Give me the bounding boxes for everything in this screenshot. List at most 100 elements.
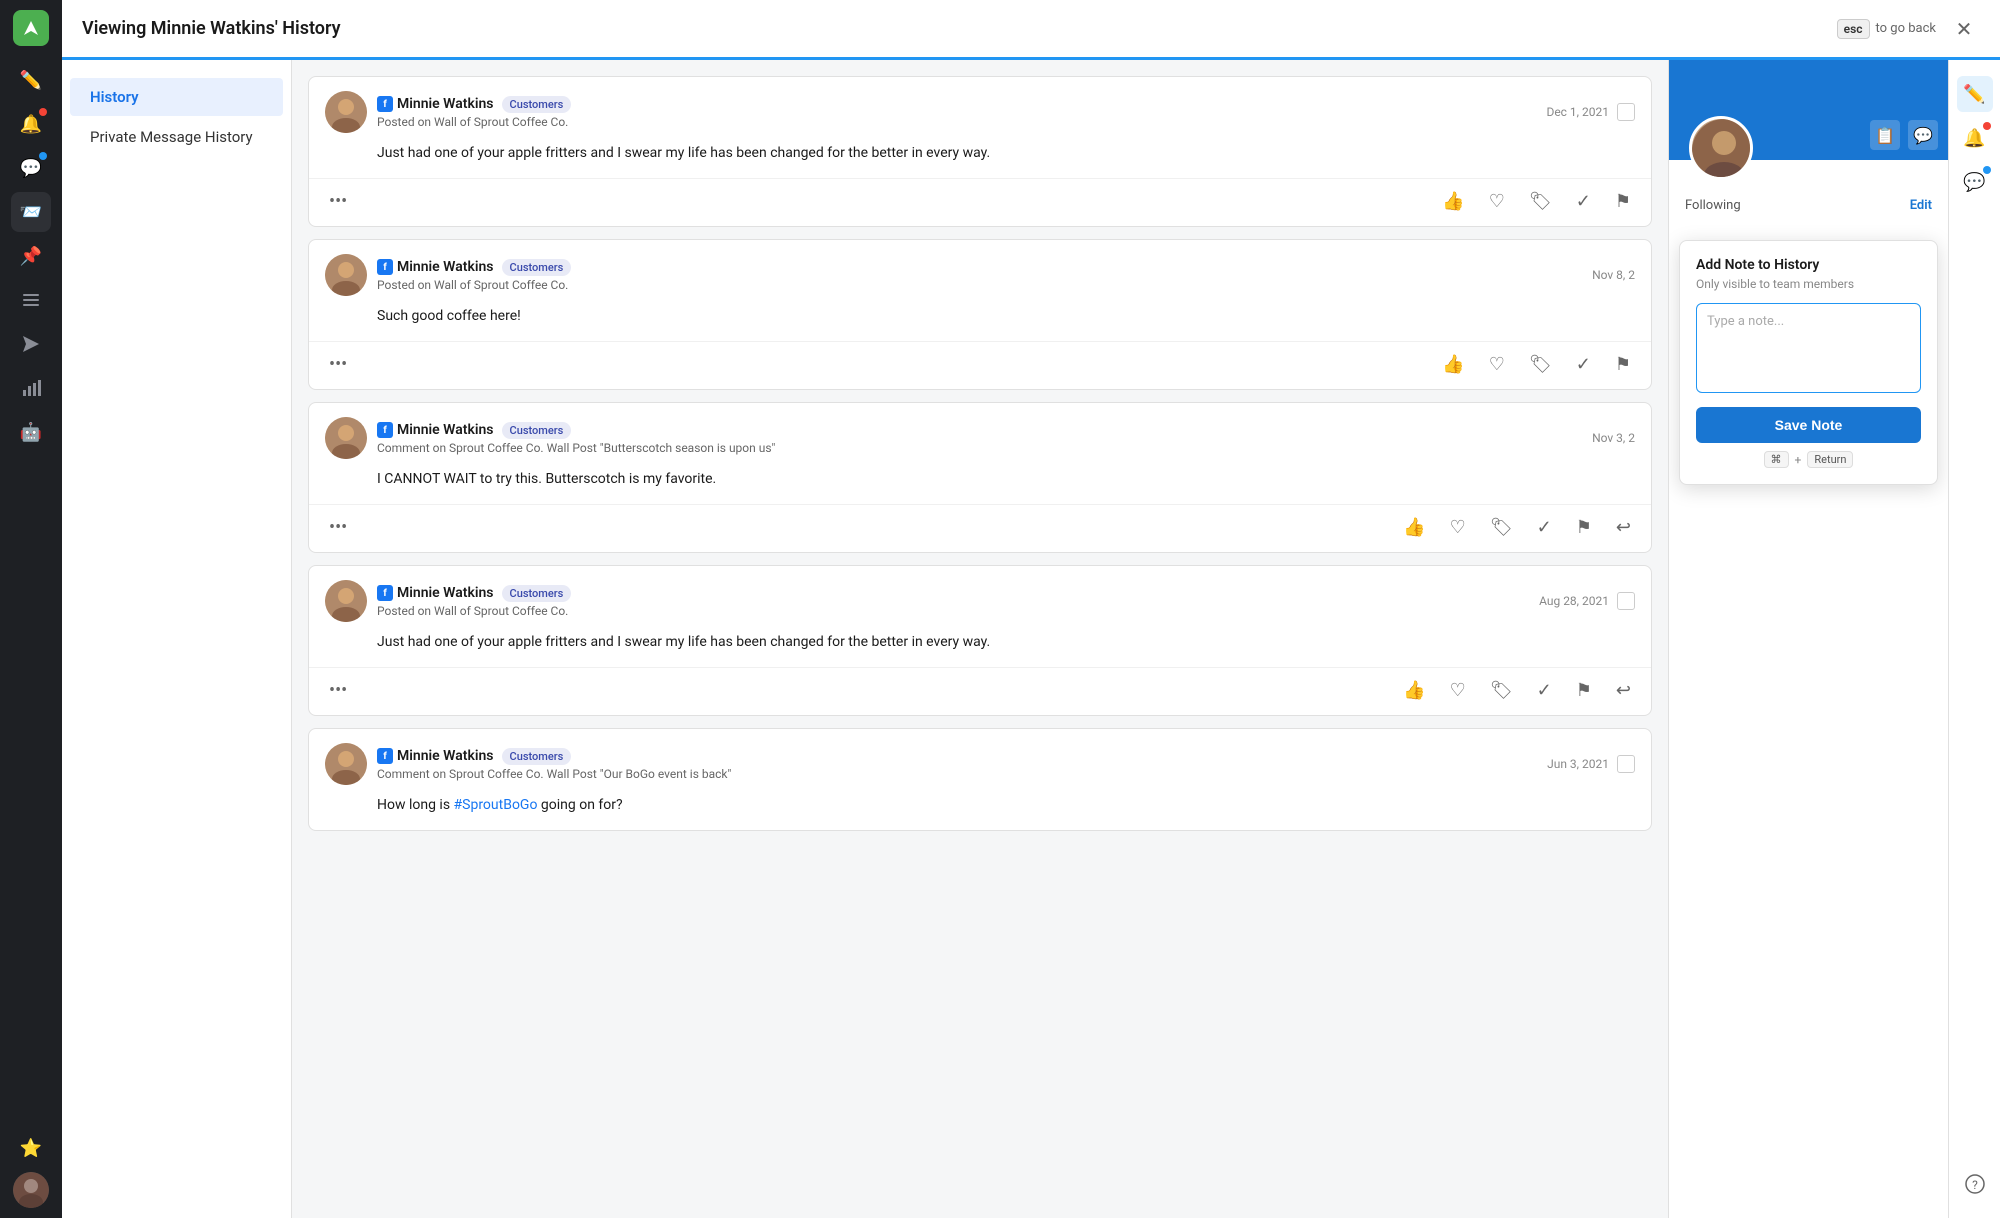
post-avatar — [325, 91, 367, 133]
like-icon[interactable]: 👍 — [1438, 350, 1468, 379]
post-actions: ••• 👍 ♡ 🏷 ✓ ⚑ ↩ — [309, 667, 1651, 715]
post-checkbox[interactable] — [1617, 103, 1635, 121]
reply-icon[interactable]: ↩ — [1612, 676, 1635, 705]
post-avatar — [325, 580, 367, 622]
post-card: f Minnie Watkins Customers Posted on Wal… — [308, 76, 1652, 227]
user-avatar[interactable] — [13, 1172, 49, 1208]
star-icon[interactable]: ⭐ — [11, 1128, 51, 1168]
top-bar: Viewing Minnie Watkins' History esc to g… — [62, 0, 2000, 60]
following-label: Following — [1685, 198, 1741, 213]
return-key: Return — [1807, 451, 1853, 468]
post-body: I CANNOT WAIT to try this. Butterscotch … — [309, 469, 1651, 504]
main-content: Viewing Minnie Watkins' History esc to g… — [62, 0, 2000, 1218]
more-icon[interactable]: ••• — [325, 513, 351, 542]
post-author: f Minnie Watkins — [377, 96, 494, 112]
post-actions: ••• 👍 ♡ 🏷 ✓ ⚑ — [309, 341, 1651, 389]
post-header: f Minnie Watkins Customers Posted on Wal… — [309, 566, 1651, 632]
post-sub: Posted on Wall of Sprout Coffee Co. — [377, 604, 1529, 618]
post-header: f Minnie Watkins Customers Comment on Sp… — [309, 403, 1651, 469]
add-note-subtitle: Only visible to team members — [1696, 277, 1921, 291]
flag-icon[interactable]: ⚑ — [1611, 187, 1635, 216]
post-meta: f Minnie Watkins Customers Posted on Wal… — [377, 585, 1529, 618]
right-panel: 📋 💬 Following Edit Add Note to History O… — [1668, 60, 1948, 1218]
nav-item-private-message-history[interactable]: Private Message History — [70, 118, 283, 156]
like-icon[interactable]: 👍 — [1399, 676, 1429, 705]
shortcut-plus: + — [1795, 453, 1802, 467]
svg-text:?: ? — [1972, 1178, 1978, 1192]
post-avatar — [325, 254, 367, 296]
post-checkbox[interactable] — [1617, 592, 1635, 610]
save-note-button[interactable]: Save Note — [1696, 407, 1921, 443]
note-textarea[interactable] — [1696, 303, 1921, 393]
notifications-icon[interactable]: 🔔 — [11, 104, 51, 144]
post-date: Dec 1, 2021 — [1546, 103, 1635, 121]
check-icon[interactable]: ✓ — [1533, 513, 1556, 542]
post-avatar — [325, 417, 367, 459]
clipboard-icon[interactable]: 📋 — [1870, 120, 1900, 150]
flag-icon[interactable]: ⚑ — [1611, 350, 1635, 379]
facebook-icon: f — [377, 96, 393, 112]
post-checkbox[interactable] — [1617, 755, 1635, 773]
heart-icon[interactable]: ♡ — [1485, 350, 1509, 379]
more-icon[interactable]: ••• — [325, 350, 351, 379]
tag-icon[interactable]: 🏷 — [1525, 350, 1556, 379]
check-icon[interactable]: ✓ — [1572, 350, 1595, 379]
post-card: f Minnie Watkins Customers Comment on Sp… — [308, 728, 1652, 831]
bell-right-icon[interactable]: 🔔 — [1957, 120, 1993, 156]
nav-item-history[interactable]: History — [70, 78, 283, 116]
add-note-popup: Add Note to History Only visible to team… — [1679, 240, 1938, 485]
tasks-icon[interactable] — [11, 280, 51, 320]
post-card: f Minnie Watkins Customers Posted on Wal… — [308, 239, 1652, 390]
comments-icon[interactable]: 💬 — [11, 148, 51, 188]
app-sidebar: ✏️ 🔔 💬 📨 📌 🤖 ⭐ — [0, 0, 62, 1218]
tag-badge: Customers — [502, 422, 572, 439]
post-date: Nov 3, 2 — [1592, 431, 1635, 445]
add-note-title: Add Note to History — [1696, 257, 1921, 273]
post-body: Such good coffee here! — [309, 306, 1651, 341]
post-header: f Minnie Watkins Customers Comment on Sp… — [309, 729, 1651, 795]
check-icon[interactable]: ✓ — [1572, 187, 1595, 216]
messenger-icon[interactable]: 💬 — [1908, 120, 1938, 150]
heart-icon[interactable]: ♡ — [1485, 187, 1509, 216]
profile-avatar — [1689, 116, 1753, 180]
speech-right-icon[interactable]: 💬 — [1957, 164, 1993, 200]
pin-icon[interactable]: 📌 — [11, 236, 51, 276]
post-card: f Minnie Watkins Customers Comment on Sp… — [308, 402, 1652, 553]
close-button[interactable]: ✕ — [1948, 13, 1980, 45]
check-icon[interactable]: ✓ — [1533, 676, 1556, 705]
like-icon[interactable]: 👍 — [1438, 187, 1468, 216]
compose-right-icon[interactable]: ✏️ — [1957, 76, 1993, 112]
post-actions: ••• 👍 ♡ 🏷 ✓ ⚑ — [309, 178, 1651, 226]
following-row: Following Edit — [1685, 198, 1932, 213]
page-title: Viewing Minnie Watkins' History — [82, 18, 1825, 39]
post-meta: f Minnie Watkins Customers Posted on Wal… — [377, 259, 1582, 292]
post-header: f Minnie Watkins Customers Posted on Wal… — [309, 240, 1651, 306]
compose-icon[interactable]: ✏️ — [11, 60, 51, 100]
esc-hint: esc to go back — [1837, 19, 1936, 39]
send-icon[interactable] — [11, 324, 51, 364]
post-sub: Comment on Sprout Coffee Co. Wall Post "… — [377, 767, 1537, 781]
tag-icon[interactable]: 🏷 — [1525, 187, 1556, 216]
flag-icon[interactable]: ⚑ — [1572, 513, 1596, 542]
more-icon[interactable]: ••• — [325, 187, 351, 216]
bot-icon[interactable]: 🤖 — [11, 412, 51, 452]
tag-icon[interactable]: 🏷 — [1486, 513, 1517, 542]
facebook-icon: f — [377, 259, 393, 275]
facebook-icon: f — [377, 585, 393, 601]
analytics-icon[interactable] — [11, 368, 51, 408]
more-icon[interactable]: ••• — [325, 676, 351, 705]
body-layout: History Private Message History f Minnie… — [62, 60, 2000, 1218]
like-icon[interactable]: 👍 — [1399, 513, 1429, 542]
help-icon[interactable]: ? — [1957, 1166, 1993, 1202]
edit-button[interactable]: Edit — [1910, 198, 1932, 213]
heart-icon[interactable]: ♡ — [1446, 676, 1470, 705]
post-avatar — [325, 743, 367, 785]
flag-icon[interactable]: ⚑ — [1572, 676, 1596, 705]
hashtag[interactable]: #SproutBoGo — [454, 797, 538, 813]
post-author: f Minnie Watkins — [377, 585, 494, 601]
reply-icon[interactable]: ↩ — [1612, 513, 1635, 542]
heart-icon[interactable]: ♡ — [1446, 513, 1470, 542]
inbox-icon[interactable]: 📨 — [11, 192, 51, 232]
tag-icon[interactable]: 🏷 — [1486, 676, 1517, 705]
right-sidebar: ✏️ 🔔 💬 ? — [1948, 60, 2000, 1218]
